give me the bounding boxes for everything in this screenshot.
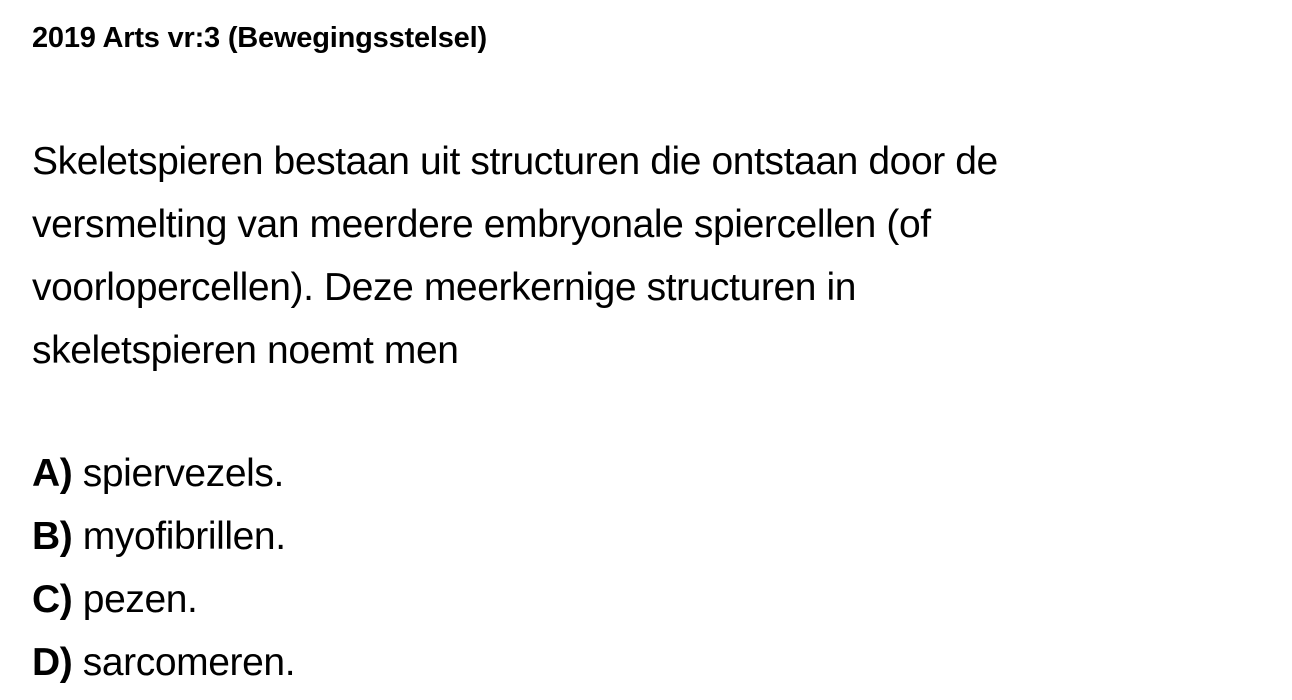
question-line: voorlopercellen). Deze meerkernige struc… <box>32 266 857 309</box>
question-line: Skeletspieren bestaan uit structuren die… <box>32 140 998 183</box>
option-letter: A) <box>32 452 83 495</box>
question-line: versmelting van meerdere embryonale spie… <box>32 203 931 246</box>
question-text: Skeletspieren bestaan uit structuren die… <box>32 130 1267 382</box>
answer-options: A) spiervezels. B) myofibrillen. C) peze… <box>32 442 296 694</box>
option-letter: C) <box>32 578 83 621</box>
question-line: skeletspieren noemt men <box>32 329 459 372</box>
option-c[interactable]: C) pezen. <box>32 568 295 631</box>
option-text: sarcomeren. <box>82 641 296 684</box>
question-header: 2019 Arts vr:3 (Bewegingsstelsel) <box>32 22 487 54</box>
option-b[interactable]: B) myofibrillen. <box>32 505 295 568</box>
option-letter: D) <box>32 641 83 684</box>
slide: 2019 Arts vr:3 (Bewegingsstelsel) Skelet… <box>32 0 1272 700</box>
option-letter: B) <box>32 515 83 558</box>
option-text: pezen. <box>82 578 198 621</box>
option-d[interactable]: D) sarcomeren. <box>32 631 296 694</box>
option-text: spiervezels. <box>82 452 285 495</box>
option-text: myofibrillen. <box>82 515 286 558</box>
option-a[interactable]: A) spiervezels. <box>32 442 295 505</box>
